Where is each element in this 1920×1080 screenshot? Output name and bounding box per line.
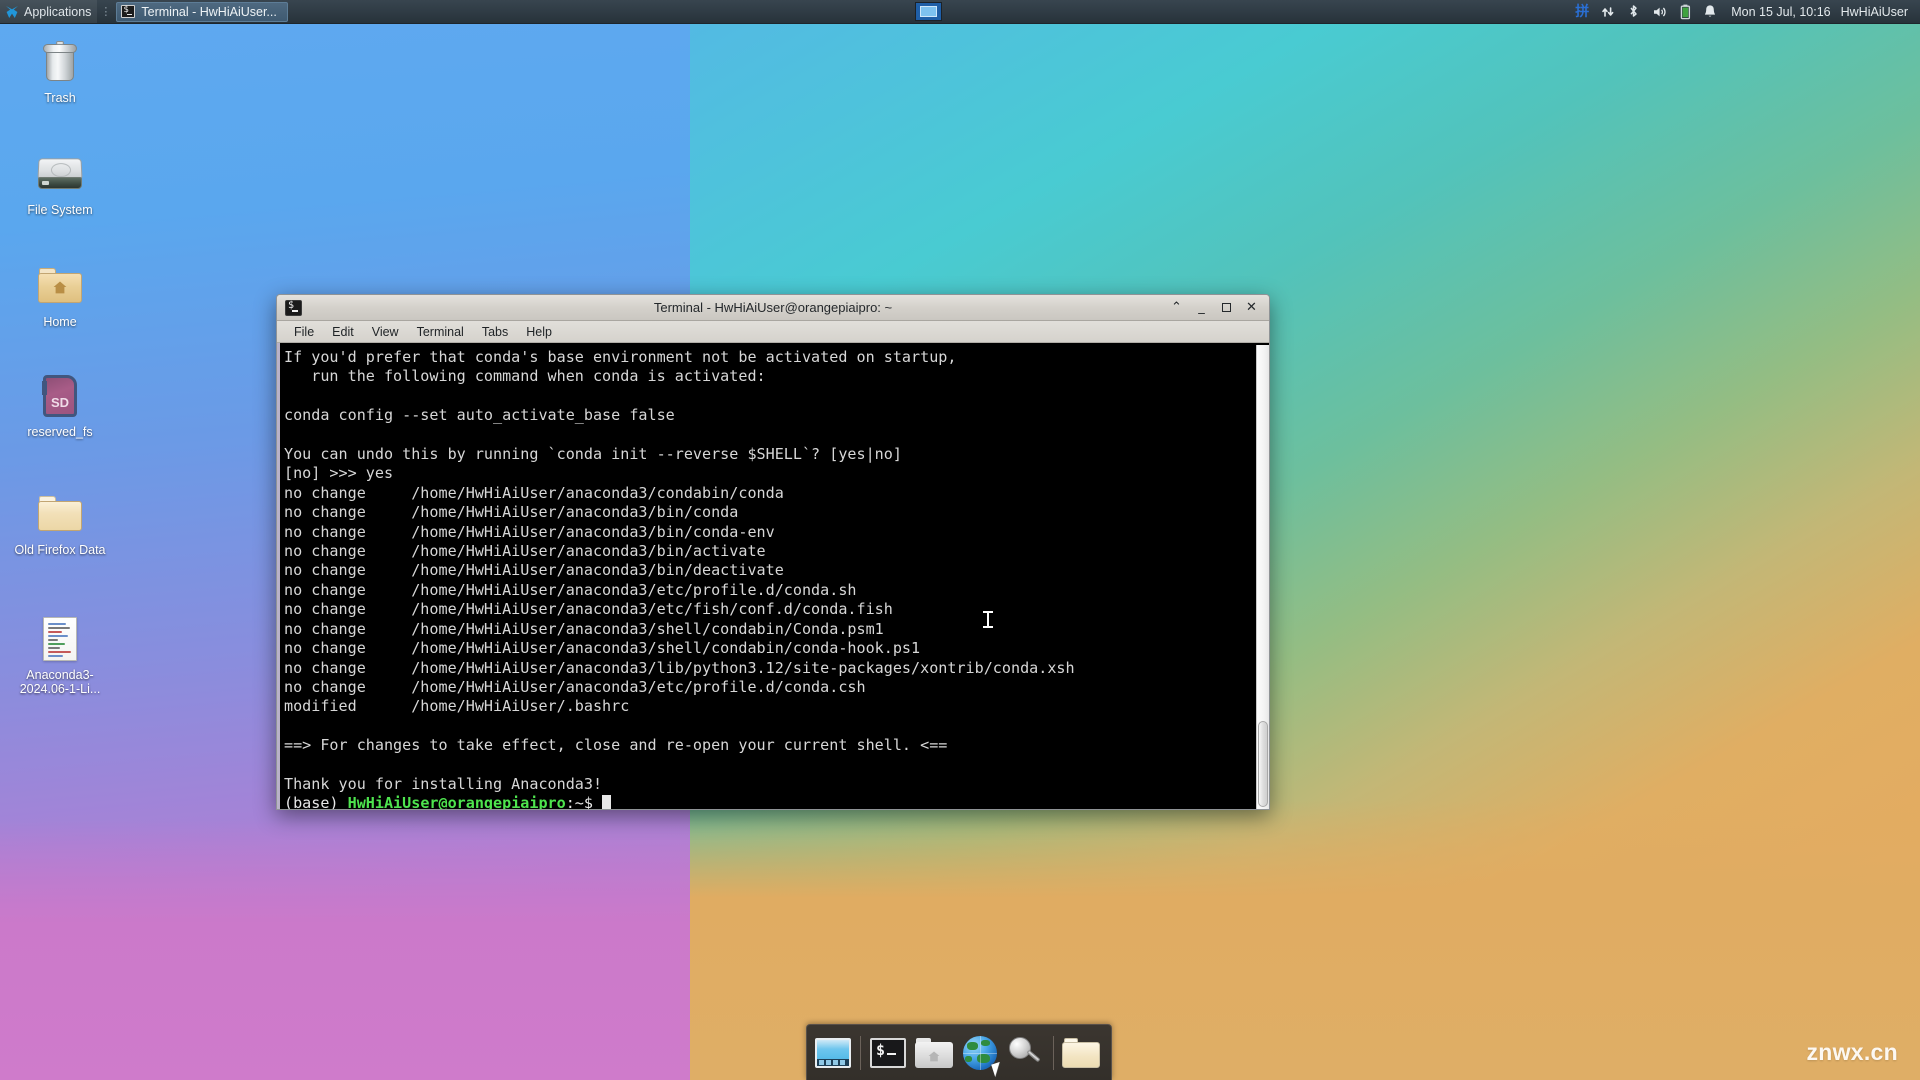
dock-item-file-manager[interactable] xyxy=(914,1033,954,1073)
panel-spacer-left xyxy=(288,0,915,23)
workspace-pager[interactable] xyxy=(915,0,942,23)
terminal-titlebar[interactable]: Terminal - HwHiAiUser@orangepiaipro: ~ ⌃… xyxy=(277,295,1269,321)
user-menu[interactable]: HwHiAiUser xyxy=(1839,5,1912,19)
input-method-indicator[interactable]: 拼 xyxy=(1569,0,1595,24)
trash-icon xyxy=(36,38,84,86)
maximize-button[interactable] xyxy=(1219,300,1234,316)
desktop-icon-home[interactable]: Home xyxy=(12,262,108,329)
dock-item-terminal[interactable]: $ xyxy=(868,1033,908,1073)
minimize-button[interactable]: _ xyxy=(1194,300,1209,316)
panel-drag-handle[interactable]: ⋮ xyxy=(97,5,114,18)
window-controls: ⌃ _ ✕ xyxy=(1169,300,1263,316)
terminal-output-text: If you'd prefer that conda's base enviro… xyxy=(284,348,1075,793)
applications-menu-button[interactable]: Applications xyxy=(0,0,97,23)
clock[interactable]: Mon 15 Jul, 10:16 xyxy=(1723,5,1838,19)
terminal-scrollbar[interactable] xyxy=(1256,345,1269,809)
desktop-icon-label: Home xyxy=(43,315,76,329)
terminal-menubar: File Edit View Terminal Tabs Help xyxy=(277,321,1269,343)
top-panel: Applications ⋮ Terminal - HwHiAiUser... … xyxy=(0,0,1920,24)
desktop-icon-label: File System xyxy=(27,203,92,217)
shade-button[interactable]: ⌃ xyxy=(1169,300,1184,316)
terminal-cursor xyxy=(602,795,611,809)
watermark: znwx.cn xyxy=(1806,1039,1898,1066)
dock-item-show-desktop[interactable] xyxy=(813,1033,853,1073)
menu-view[interactable]: View xyxy=(363,323,408,341)
workspace-1[interactable] xyxy=(915,2,942,21)
network-icon[interactable] xyxy=(1595,0,1621,24)
bell-icon[interactable] xyxy=(1697,0,1723,24)
scrollbar-thumb[interactable] xyxy=(1258,721,1268,807)
text-cursor-pointer xyxy=(983,611,993,628)
ime-label: 拼 xyxy=(1575,5,1589,19)
dock-item-folder[interactable] xyxy=(1061,1033,1101,1073)
taskbar-window-label: Terminal - HwHiAiUser... xyxy=(141,5,276,19)
menu-terminal[interactable]: Terminal xyxy=(408,323,473,341)
bluetooth-icon[interactable] xyxy=(1621,0,1646,24)
menu-edit[interactable]: Edit xyxy=(323,323,363,341)
desktop-icon-anaconda-installer[interactable]: Anaconda3-2024.06-1-Li... xyxy=(12,615,108,696)
close-button[interactable]: ✕ xyxy=(1244,300,1259,316)
desktop-icon-trash[interactable]: Trash xyxy=(12,38,108,105)
volume-icon[interactable] xyxy=(1646,0,1674,24)
terminal-icon xyxy=(121,5,135,18)
dock: $ xyxy=(806,1024,1112,1080)
battery-icon[interactable] xyxy=(1674,0,1697,24)
system-tray: 拼 Mon 15 Jul, 10:16 HwHiAiUser xyxy=(1569,0,1920,23)
menu-help[interactable]: Help xyxy=(517,323,561,341)
sd-card-icon: SD xyxy=(36,372,84,420)
terminal-title: Terminal - HwHiAiUser@orangepiaipro: ~ xyxy=(277,300,1269,315)
desktop-icon-file-system[interactable]: File System xyxy=(12,150,108,217)
menu-tabs[interactable]: Tabs xyxy=(473,323,517,341)
folder-icon xyxy=(36,490,84,538)
dock-item-search[interactable] xyxy=(1006,1033,1046,1073)
desktop-icon-label: Anaconda3-2024.06-1-Li... xyxy=(12,668,108,696)
taskbar-window-button-terminal[interactable]: Terminal - HwHiAiUser... xyxy=(116,2,287,22)
prompt-env: (base) xyxy=(284,794,348,809)
file-manager-icon xyxy=(915,1038,953,1068)
workspace-window-thumb xyxy=(920,6,937,17)
prompt-path: :~$ xyxy=(566,794,602,809)
prompt-user-host: HwHiAiUser@orangepiaipro xyxy=(348,794,566,809)
maximize-icon xyxy=(1222,303,1231,312)
panel-left-section: Applications ⋮ Terminal - HwHiAiUser... xyxy=(0,0,288,23)
terminal-window[interactable]: Terminal - HwHiAiUser@orangepiaipro: ~ ⌃… xyxy=(276,294,1270,810)
dock-separator xyxy=(1053,1036,1054,1070)
document-icon xyxy=(36,615,84,663)
home-folder-icon xyxy=(36,262,84,310)
desktop-icon-old-firefox-data[interactable]: Old Firefox Data xyxy=(12,490,108,557)
menu-file[interactable]: File xyxy=(285,323,323,341)
terminal-output[interactable]: If you'd prefer that conda's base enviro… xyxy=(280,345,1256,809)
folder-icon xyxy=(1062,1038,1100,1068)
applications-menu-label: Applications xyxy=(24,5,91,19)
panel-spacer-right xyxy=(942,0,1569,23)
harddisk-icon xyxy=(36,150,84,198)
xfce-mouse-icon xyxy=(5,5,19,19)
terminal-icon: $ xyxy=(870,1038,906,1068)
dock-item-web-browser[interactable] xyxy=(960,1033,1000,1073)
desktop-icon-label: Trash xyxy=(44,91,76,105)
show-desktop-icon xyxy=(815,1038,851,1068)
desktop-icon-reserved-fs[interactable]: SD reserved_fs xyxy=(12,372,108,439)
desktop-icon-label: Old Firefox Data xyxy=(14,543,105,557)
terminal-content-area[interactable]: If you'd prefer that conda's base enviro… xyxy=(277,343,1269,809)
magnifier-icon xyxy=(1009,1037,1043,1069)
mouse-pointer-icon xyxy=(991,1061,1004,1076)
dock-separator xyxy=(860,1036,861,1070)
wallpaper-gradient-bottom-left xyxy=(0,820,690,1080)
terminal-icon xyxy=(285,300,302,316)
desktop-icon-label: reserved_fs xyxy=(27,425,92,439)
